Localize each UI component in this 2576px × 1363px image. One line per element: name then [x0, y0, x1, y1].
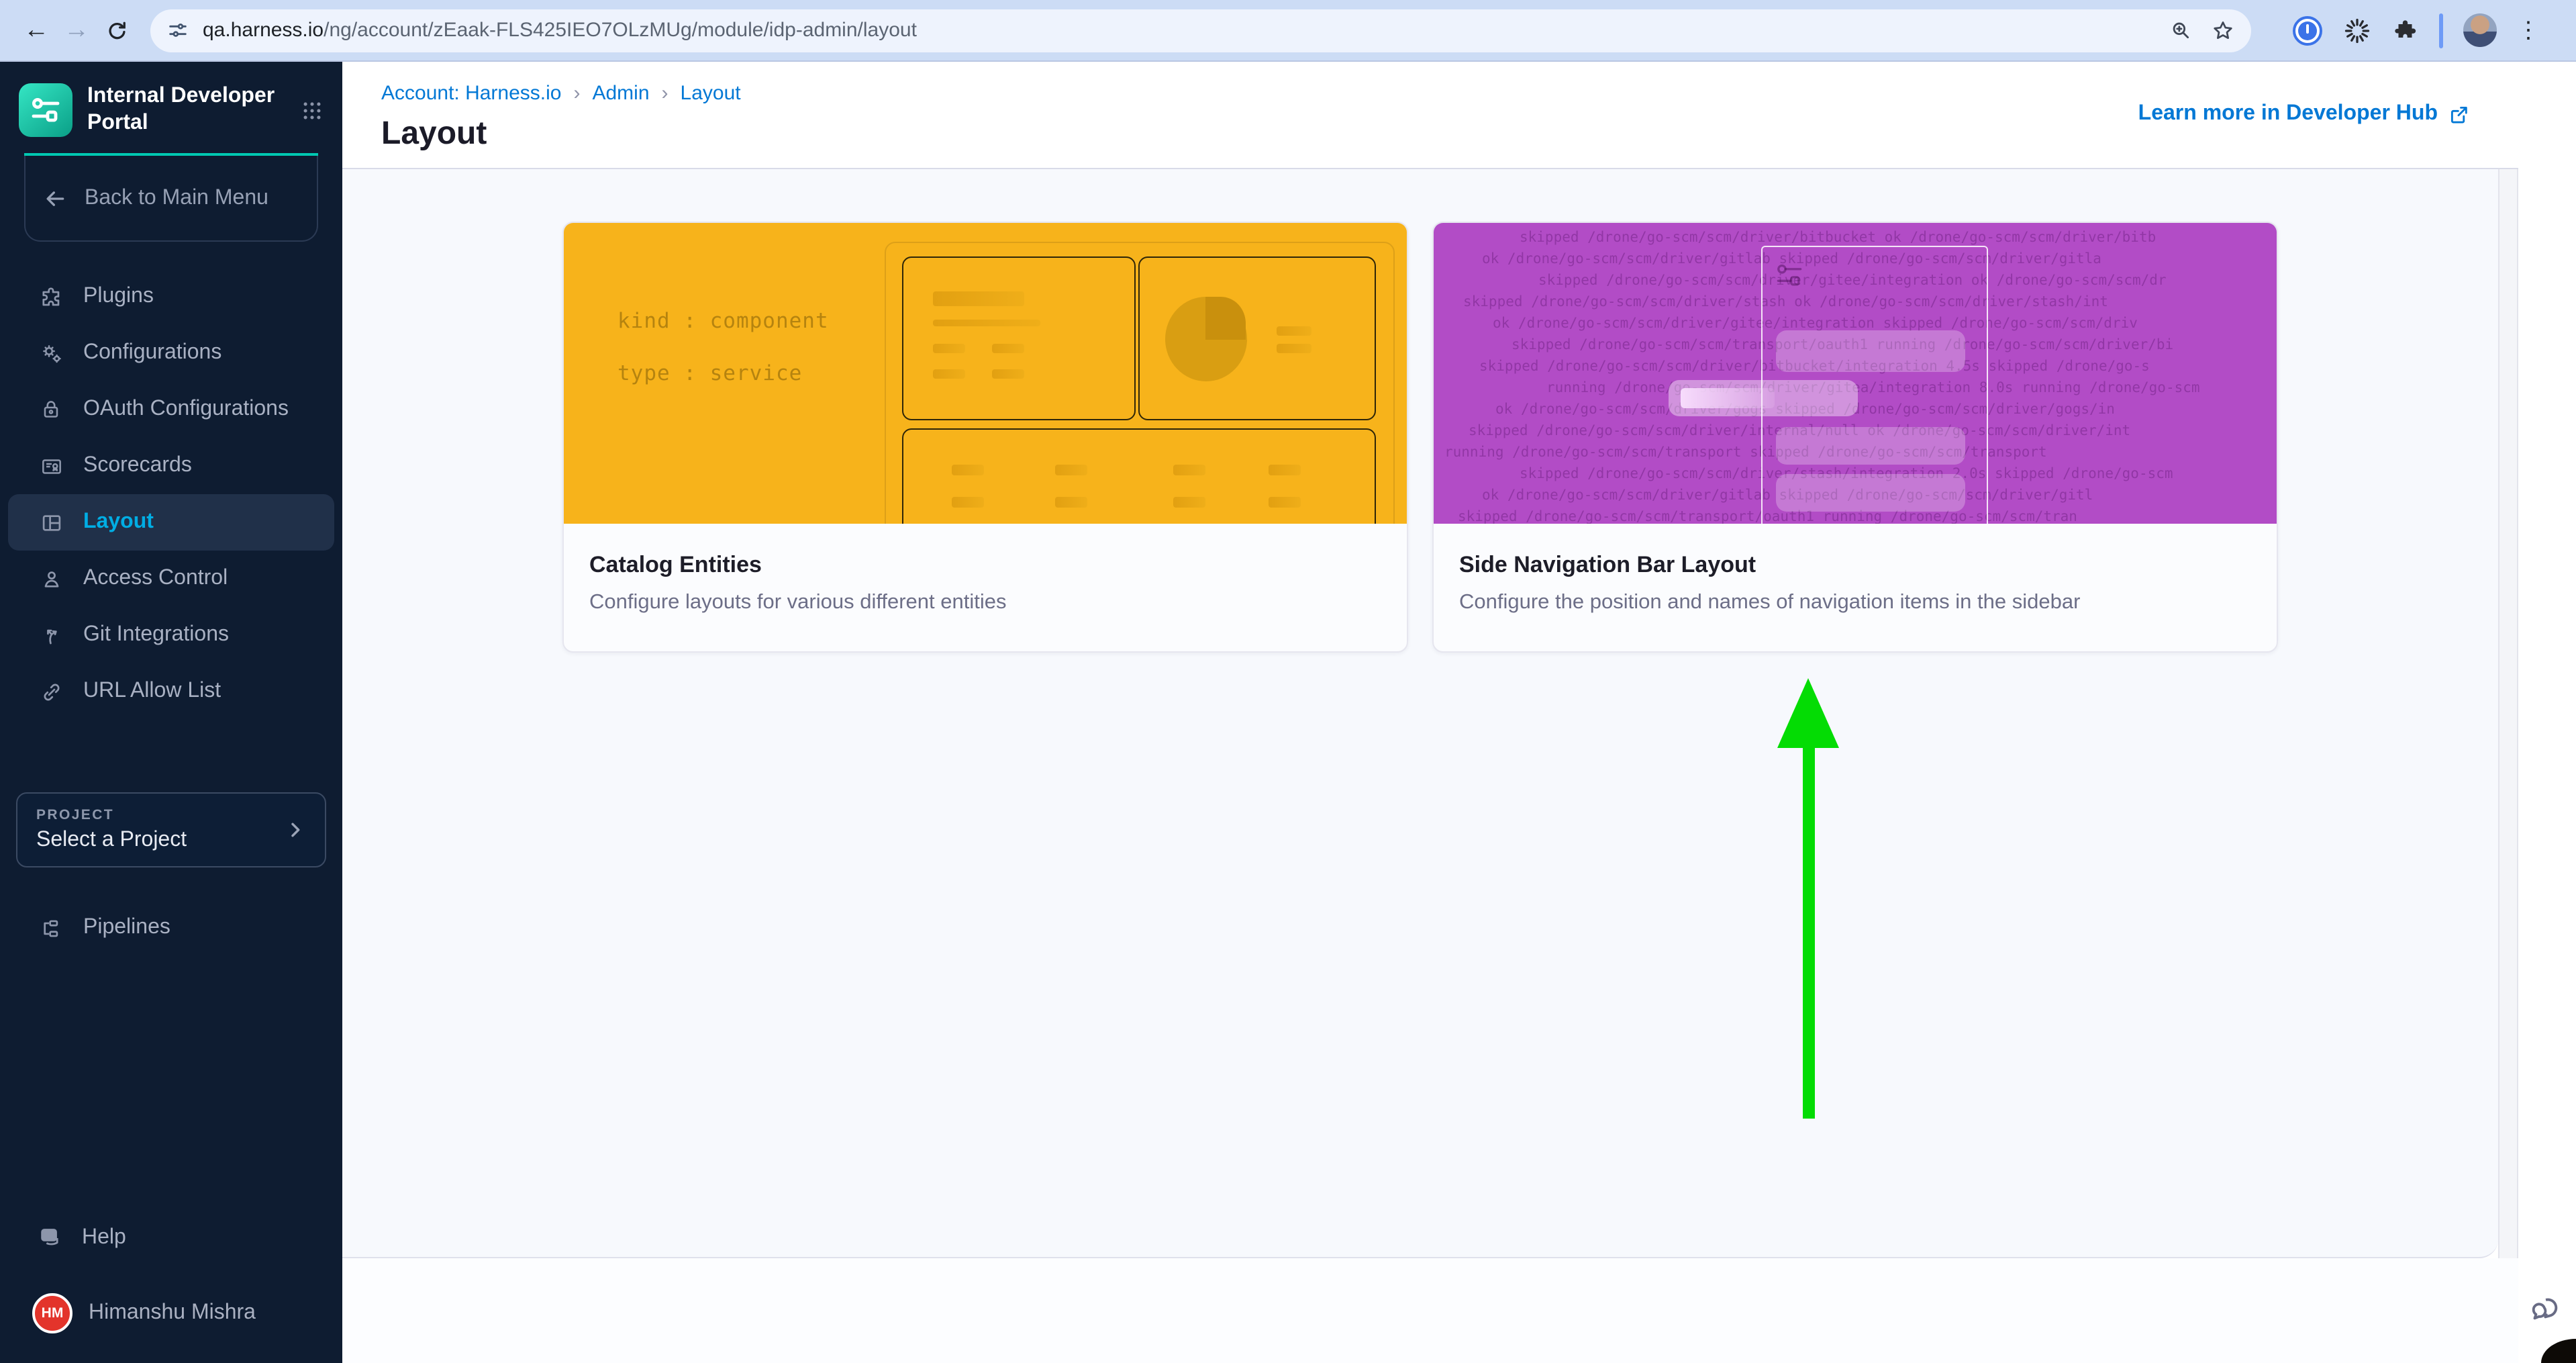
- layout-content: kind : component type : service: [342, 169, 2498, 1258]
- mock-sidebar-outline: [1761, 246, 1988, 524]
- sidebar-item-layout[interactable]: Layout: [8, 494, 334, 551]
- mock-nav-item-dragged: [1669, 380, 1858, 416]
- side-nav-illustration: skipped /drone/go-scm/scm/driver/bitbuck…: [1434, 223, 2277, 524]
- product-title: Internal Developer Portal: [87, 83, 286, 137]
- back-arrow-icon: [42, 185, 68, 211]
- mock-nav-item: [1776, 330, 1965, 372]
- password-manager-extension-icon[interactable]: [2293, 15, 2322, 45]
- svg-text:?: ?: [46, 1230, 52, 1240]
- idp-logo: [19, 83, 72, 137]
- browser-back-button[interactable]: ←: [16, 10, 56, 50]
- breadcrumb-separator: ›: [573, 82, 580, 105]
- user-name: Himanshu Mishra: [89, 1301, 256, 1325]
- screen: ← → qa.harness.io/ng/account/zEaak-FLS42…: [0, 0, 2576, 1363]
- browser-toolbar: ← → qa.harness.io/ng/account/zEaak-FLS42…: [0, 0, 2576, 62]
- help-chat-icon: ?: [38, 1225, 64, 1252]
- project-label: PROJECT: [36, 807, 285, 823]
- sidebar-item-oauth-configurations[interactable]: OAuth Configurations: [8, 381, 334, 438]
- breadcrumb: Account: Harness.io › Admin › Layout: [381, 82, 741, 105]
- toolbar-separator: [2439, 13, 2443, 48]
- zoom-icon[interactable]: [2169, 19, 2192, 42]
- lock-icon: [38, 397, 64, 422]
- mock-nav-item: [1776, 474, 1965, 512]
- scrollbar-track[interactable]: [2498, 169, 2518, 1258]
- sidebar-item-configurations[interactable]: Configurations: [8, 325, 334, 381]
- mock-chart-panel: [1138, 256, 1376, 420]
- yaml-kind-line: kind : component: [617, 309, 829, 333]
- side-navigation-bar-layout-card[interactable]: skipped /drone/go-scm/scm/driver/bitbuck…: [1432, 222, 2278, 653]
- address-bar[interactable]: qa.harness.io/ng/account/zEaak-FLS425IEO…: [150, 9, 2251, 52]
- user-avatar: HM: [32, 1293, 72, 1333]
- person-icon: [38, 566, 64, 592]
- right-rail: [2518, 62, 2576, 1363]
- mock-logo-icon: [1773, 259, 1805, 291]
- sidebar-item-git-integrations[interactable]: Git Integrations: [8, 607, 334, 663]
- browser-reload-button[interactable]: [97, 10, 137, 50]
- chat-support-icon[interactable]: [2529, 1292, 2565, 1328]
- catalog-entities-illustration: kind : component type : service: [564, 223, 1407, 524]
- extensions-puzzle-icon[interactable]: [2392, 17, 2419, 44]
- sidebar: Internal Developer Portal Back to Main M…: [0, 62, 342, 1363]
- git-branch-icon: [38, 622, 64, 648]
- link-icon: [38, 679, 64, 704]
- browser-forward-button[interactable]: →: [56, 10, 97, 50]
- bookmark-star-icon[interactable]: [2211, 18, 2235, 42]
- product-header: Internal Developer Portal: [0, 62, 342, 137]
- yaml-type-line: type : service: [617, 361, 802, 385]
- sidebar-item-pipelines[interactable]: Pipelines: [8, 900, 334, 956]
- breadcrumb-account[interactable]: Account: Harness.io: [381, 82, 561, 105]
- scorecard-icon: [38, 453, 64, 479]
- sidebar-item-plugins[interactable]: Plugins: [8, 269, 334, 325]
- url-text[interactable]: qa.harness.io/ng/account/zEaak-FLS425IEO…: [203, 19, 917, 42]
- browser-menu-icon[interactable]: ⋮: [2517, 19, 2540, 42]
- content-bottom-strip: [342, 1258, 2518, 1363]
- pipelines-icon: [38, 915, 64, 941]
- chevron-right-icon: [285, 819, 306, 841]
- annotation-arrow-up: [1777, 678, 1839, 1119]
- card-description: Configure layouts for various different …: [589, 591, 1381, 615]
- catalog-entities-card[interactable]: kind : component type : service: [562, 222, 1408, 653]
- browser-extensions-area: ⋮: [2273, 13, 2540, 48]
- back-label: Back to Main Menu: [85, 186, 268, 210]
- sidebar-item-url-allow-list[interactable]: URL Allow List: [8, 663, 334, 720]
- gears-icon: [38, 340, 64, 366]
- back-to-main-menu[interactable]: Back to Main Menu: [24, 156, 318, 242]
- browser-profile-avatar[interactable]: [2463, 13, 2497, 47]
- module-grid-icon[interactable]: [301, 99, 324, 122]
- layout-icon: [38, 510, 64, 535]
- breadcrumb-layout[interactable]: Layout: [681, 82, 741, 105]
- breadcrumb-separator: ›: [662, 82, 668, 105]
- learn-more-link[interactable]: Learn more in Developer Hub: [2138, 102, 2470, 126]
- sidebar-item-scorecards[interactable]: Scorecards: [8, 438, 334, 494]
- help-button[interactable]: ? Help: [0, 1210, 342, 1266]
- site-settings-icon[interactable]: [166, 19, 189, 42]
- project-selector[interactable]: PROJECT Select a Project: [16, 792, 326, 867]
- sidebar-item-access-control[interactable]: Access Control: [8, 551, 334, 607]
- url-host: qa.harness.io: [203, 19, 324, 42]
- mock-nav-item: [1776, 427, 1965, 465]
- project-value: Select a Project: [36, 829, 285, 853]
- mock-table-panel: [902, 428, 1376, 524]
- reload-icon: [105, 18, 129, 42]
- card-description: Configure the position and names of navi…: [1459, 591, 2251, 615]
- page-header: Account: Harness.io › Admin › Layout Lay…: [342, 62, 2518, 169]
- spinner-extension-icon[interactable]: [2342, 15, 2372, 45]
- url-path: /ng/account/zEaak-FLS425IEO7OLzMUg/modul…: [324, 19, 917, 42]
- mock-about-panel: [902, 256, 1136, 420]
- card-title: Side Navigation Bar Layout: [1459, 552, 2251, 579]
- breadcrumb-admin[interactable]: Admin: [592, 82, 649, 105]
- card-title: Catalog Entities: [589, 552, 1381, 579]
- puzzle-icon: [38, 284, 64, 310]
- sidebar-nav: Plugins Configurations: [0, 269, 342, 720]
- external-link-icon: [2447, 103, 2470, 126]
- page-title: Layout: [381, 115, 487, 153]
- user-menu[interactable]: HM Himanshu Mishra: [0, 1285, 342, 1342]
